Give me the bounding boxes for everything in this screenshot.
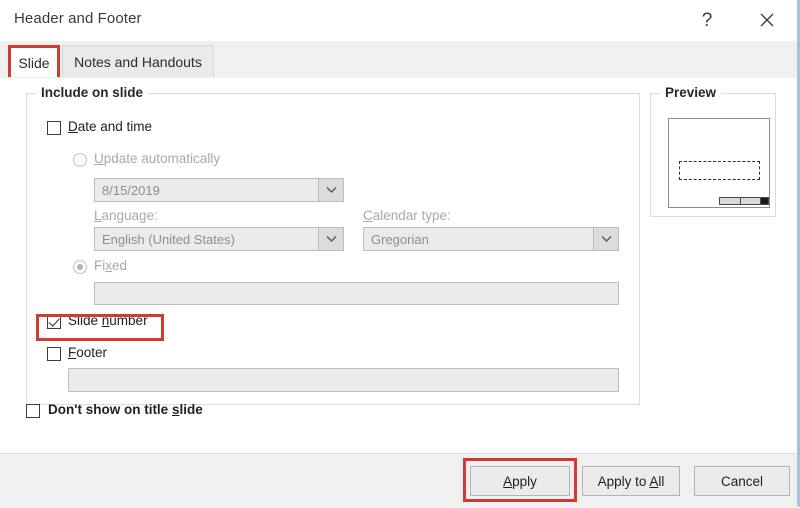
calendar-type-accel: C xyxy=(363,208,373,223)
placeholder-outline xyxy=(679,161,760,180)
apply-to-all-post: ll xyxy=(658,473,665,489)
dont-show-text-post: lide xyxy=(179,402,203,417)
dialog-footer: Apply Apply to All Cancel xyxy=(0,453,797,508)
tab-notes-and-handouts[interactable]: Notes and Handouts xyxy=(62,45,214,77)
language-combo[interactable]: English (United States) xyxy=(94,227,344,251)
dialog-body: Include on slide Date and time Update au… xyxy=(0,78,797,453)
calendar-type-label: Calendar type: xyxy=(363,208,451,223)
language-label: Language: xyxy=(94,208,158,223)
language-combo-value: English (United States) xyxy=(102,231,235,247)
slide-number-text-post: umber xyxy=(109,313,148,328)
apply-to-all-button[interactable]: Apply to All xyxy=(582,466,680,496)
chevron-down-icon[interactable] xyxy=(318,179,343,201)
preview-legend: Preview xyxy=(660,85,722,100)
language-text: anguage: xyxy=(101,208,158,223)
apply-to-all-label: Apply to All xyxy=(598,474,665,489)
chevron-down-icon[interactable] xyxy=(593,228,618,250)
date-and-time-label: Date and time xyxy=(68,119,152,134)
fixed-radio[interactable] xyxy=(73,260,87,274)
date-combo[interactable]: 8/15/2019 xyxy=(94,178,344,202)
apply-accel: A xyxy=(503,473,513,489)
fixed-label: Fixed xyxy=(94,258,127,273)
chevron-down-icon[interactable] xyxy=(318,228,343,250)
include-on-slide-group: Include on slide Date and time Update au… xyxy=(26,85,640,405)
footer-label: Footer xyxy=(68,345,107,360)
calendar-type-combo[interactable]: Gregorian xyxy=(363,227,619,251)
close-icon[interactable] xyxy=(747,4,787,36)
update-automatically-radio[interactable] xyxy=(73,153,87,167)
tab-notes-and-handouts-label: Notes and Handouts xyxy=(74,53,202,70)
update-automatically-text: pdate automatically xyxy=(103,151,221,166)
title-bar: Header and Footer ? xyxy=(0,0,797,41)
cancel-button[interactable]: Cancel xyxy=(694,466,790,496)
calendar-type-text: alendar type: xyxy=(372,208,451,223)
tab-slide-label: Slide xyxy=(18,54,50,71)
footer-accel: F xyxy=(68,345,77,360)
fixed-accel: x xyxy=(105,258,112,273)
slide-thumbnail xyxy=(668,118,770,208)
update-automatically-accel: U xyxy=(94,151,104,166)
date-and-time-accel: D xyxy=(68,119,78,134)
date-combo-value: 8/15/2019 xyxy=(102,182,160,198)
fixed-text-pre: Fi xyxy=(94,258,106,273)
header-and-footer-dialog: Header and Footer ? Slide Notes and Hand… xyxy=(0,0,800,508)
update-automatically-label: Update automatically xyxy=(94,151,220,166)
apply-to-all-pre: Apply to xyxy=(597,473,650,489)
question-mark-icon[interactable]: ? xyxy=(687,4,727,36)
dont-show-on-title-slide-checkbox[interactable] xyxy=(26,404,40,418)
slide-number-checkbox[interactable] xyxy=(47,315,61,329)
dialog-title: Header and Footer xyxy=(14,10,142,27)
language-accel: L xyxy=(94,208,102,223)
fixed-date-input[interactable] xyxy=(94,282,619,305)
dont-show-text-pre: Don't show on title xyxy=(48,402,172,417)
apply-label-post: pply xyxy=(512,473,537,489)
dont-show-on-title-slide-label: Don't show on title slide xyxy=(48,402,203,417)
apply-label: Apply xyxy=(503,474,537,489)
preview-group: Preview xyxy=(650,85,776,217)
slide-number-placeholder-bar xyxy=(719,197,769,205)
apply-button[interactable]: Apply xyxy=(470,466,570,496)
footer-text-input[interactable] xyxy=(68,368,619,392)
cancel-label: Cancel xyxy=(720,473,764,489)
fixed-text-post: ed xyxy=(112,258,128,273)
footer-text: ooter xyxy=(76,345,108,360)
include-on-slide-legend: Include on slide xyxy=(36,85,149,100)
tab-slide[interactable]: Slide xyxy=(8,45,60,77)
bar-segment xyxy=(741,198,761,204)
slide-number-label: Slide number xyxy=(68,313,148,328)
bar-segment-active xyxy=(761,198,768,204)
slide-number-text-pre: Slide xyxy=(68,313,102,328)
tab-strip: Slide Notes and Handouts xyxy=(0,41,797,79)
title-bar-buttons: ? xyxy=(687,4,787,36)
date-and-time-checkbox[interactable] xyxy=(47,121,61,135)
bar-segment xyxy=(720,198,741,204)
calendar-type-combo-value: Gregorian xyxy=(371,231,429,247)
date-and-time-text: ate and time xyxy=(77,119,153,134)
footer-checkbox[interactable] xyxy=(47,347,61,361)
